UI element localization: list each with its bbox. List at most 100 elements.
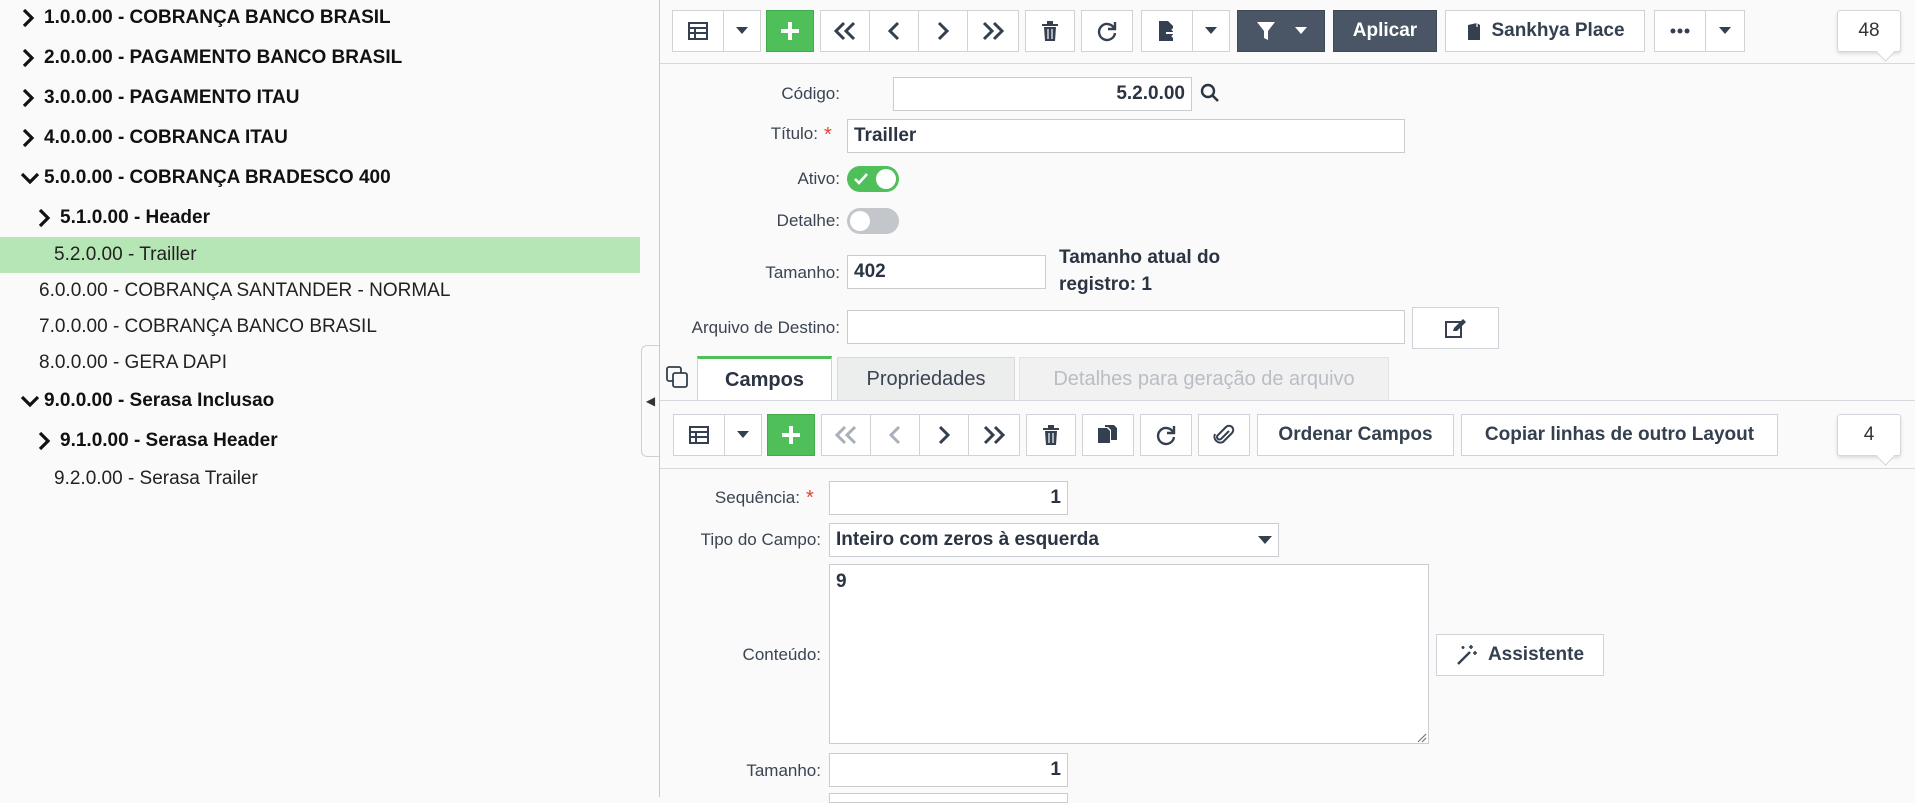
previous-record-button[interactable] xyxy=(869,10,919,52)
sub-toolbar-divider xyxy=(660,468,1915,469)
collapse-panel-handle[interactable]: ◀ xyxy=(641,345,659,457)
grid-view-button[interactable] xyxy=(672,10,724,52)
copy-tab-icon[interactable] xyxy=(665,365,689,394)
next-field-input[interactable] xyxy=(829,793,1068,803)
ellipsis-icon xyxy=(1670,28,1690,34)
toggle-knob xyxy=(850,211,870,231)
chevron-right-icon xyxy=(938,425,951,445)
ativo-toggle[interactable] xyxy=(847,166,899,192)
copy-lines-button[interactable]: Copiar linhas de outro Layout xyxy=(1461,414,1778,456)
toggle-knob xyxy=(876,169,896,189)
tamanho-campo-label: Tamanho: xyxy=(746,761,821,780)
tree-item-label: 1.0.0.00 - COBRANÇA BANCO BRASIL xyxy=(44,7,391,28)
grid-view-dropdown[interactable] xyxy=(723,10,761,52)
titulo-field[interactable]: Trailler xyxy=(847,119,1405,153)
tipo-campo-value: Inteiro com zeros à esquerda xyxy=(836,529,1099,550)
tree-item-selected[interactable]: 5.2.0.00 - Trailler xyxy=(0,237,640,273)
caret-down-icon xyxy=(1719,27,1731,34)
duplicate-button[interactable] xyxy=(1082,414,1134,456)
more-options-dropdown[interactable] xyxy=(1705,10,1745,52)
search-icon[interactable] xyxy=(1200,83,1220,108)
first-field-button[interactable] xyxy=(821,414,871,456)
magic-wand-icon xyxy=(1457,645,1477,665)
last-field-button[interactable] xyxy=(968,414,1020,456)
export-dropdown[interactable] xyxy=(1192,10,1230,52)
grid-view-button[interactable] xyxy=(673,414,725,456)
tree-item-label: 2.0.0.00 - PAGAMENTO BANCO BRASIL xyxy=(44,47,403,68)
caret-down-icon xyxy=(737,431,749,438)
tree-item-label: 4.0.0.00 - COBRANCA ITAU xyxy=(44,127,288,148)
chevron-right-icon[interactable] xyxy=(36,431,56,451)
refresh-button[interactable] xyxy=(1081,10,1133,52)
chevron-right-icon[interactable] xyxy=(20,48,40,68)
tree-item[interactable]: 2.0.0.00 - PAGAMENTO BANCO BRASIL xyxy=(0,40,640,76)
edit-arquivo-button[interactable] xyxy=(1412,307,1499,349)
tree-item[interactable]: 6.0.0.00 - COBRANÇA SANTANDER - NORMAL xyxy=(0,273,640,309)
resize-grip-icon[interactable] xyxy=(1415,730,1427,748)
tree-item[interactable]: 1.0.0.00 - COBRANÇA BANCO BRASIL xyxy=(0,0,640,36)
grid-icon xyxy=(689,426,709,444)
tree-item-label: 9.1.0.00 - Serasa Header xyxy=(60,430,278,451)
tree-item[interactable]: 9.2.0.00 - Serasa Trailer xyxy=(0,461,640,497)
double-chevron-left-icon xyxy=(833,21,856,41)
grid-icon xyxy=(688,22,708,40)
apply-button[interactable]: Aplicar xyxy=(1333,10,1437,52)
add-record-button[interactable] xyxy=(766,10,814,52)
sankhya-place-button[interactable]: Sankhya Place xyxy=(1445,10,1645,52)
last-record-button[interactable] xyxy=(967,10,1019,52)
grid-view-dropdown[interactable] xyxy=(724,414,762,456)
double-chevron-right-icon xyxy=(982,21,1005,41)
refresh-icon xyxy=(1156,426,1176,446)
chevron-right-icon[interactable] xyxy=(36,208,56,228)
order-fields-button[interactable]: Ordenar Campos xyxy=(1257,414,1454,456)
chevron-down-icon[interactable] xyxy=(20,170,40,186)
tamanho-field[interactable]: 402 xyxy=(847,255,1046,289)
triangle-left-icon: ◀ xyxy=(645,394,656,408)
tamanho-label: Tamanho: xyxy=(765,263,840,282)
tree-item[interactable]: 5.0.0.00 - COBRANÇA BRADESCO 400 xyxy=(0,160,640,196)
export-button[interactable] xyxy=(1141,10,1193,52)
arquivo-destino-field[interactable] xyxy=(847,310,1405,344)
tipo-campo-select[interactable]: Inteiro com zeros à esquerda xyxy=(829,523,1279,557)
chevron-down-icon[interactable] xyxy=(20,393,40,409)
tree-item[interactable]: 8.0.0.00 - GERA DAPI xyxy=(0,345,640,381)
assistente-button[interactable]: Assistente xyxy=(1436,634,1604,676)
add-field-button[interactable] xyxy=(767,414,815,456)
tabs-divider xyxy=(660,400,1915,401)
first-record-button[interactable] xyxy=(820,10,870,52)
tree-item-label: 9.0.0.00 - Serasa Inclusao xyxy=(44,390,275,411)
tree-item-label: 5.2.0.00 - Trailler xyxy=(54,244,197,265)
tamanho-campo-field[interactable]: 1 xyxy=(829,753,1068,787)
chevron-right-icon[interactable] xyxy=(20,8,40,28)
delete-button[interactable] xyxy=(1025,10,1075,52)
caret-down-icon xyxy=(1294,27,1307,34)
detalhe-toggle[interactable] xyxy=(847,208,899,234)
tree-item[interactable]: 7.0.0.00 - COBRANÇA BANCO BRASIL xyxy=(0,309,640,345)
tree-item[interactable]: 3.0.0.00 - PAGAMENTO ITAU xyxy=(0,80,640,116)
refresh-button[interactable] xyxy=(1140,414,1192,456)
tab-propriedades[interactable]: Propriedades xyxy=(837,357,1015,401)
assistente-label: Assistente xyxy=(1487,644,1585,665)
codigo-field[interactable]: 5.2.0.00 xyxy=(893,77,1192,111)
previous-field-button[interactable] xyxy=(870,414,920,456)
filter-button[interactable] xyxy=(1237,10,1325,52)
chevron-right-icon[interactable] xyxy=(20,128,40,148)
attachment-button[interactable] xyxy=(1198,414,1250,456)
sankhya-place-label: Sankhya Place xyxy=(1491,20,1625,41)
tree-item[interactable]: 4.0.0.00 - COBRANCA ITAU xyxy=(0,120,640,156)
caret-down-icon xyxy=(1205,27,1217,34)
more-options-button[interactable] xyxy=(1654,10,1706,52)
conteudo-textarea[interactable]: 9 xyxy=(829,564,1429,744)
sequencia-field[interactable]: 1 xyxy=(829,481,1068,515)
next-field-button[interactable] xyxy=(919,414,969,456)
tree-item[interactable]: 9.0.0.00 - Serasa Inclusao xyxy=(0,383,640,419)
tree-item[interactable]: 5.1.0.00 - Header xyxy=(0,200,640,236)
delete-field-button[interactable] xyxy=(1026,414,1076,456)
arquivo-destino-label: Arquivo de Destino: xyxy=(691,318,840,337)
tab-campos[interactable]: Campos xyxy=(697,356,832,401)
shopping-bag-icon xyxy=(1468,23,1481,40)
next-record-button[interactable] xyxy=(918,10,968,52)
chevron-right-icon[interactable] xyxy=(20,88,40,108)
tree-item[interactable]: 9.1.0.00 - Serasa Header xyxy=(0,423,640,459)
tab-detalhes-geracao[interactable]: Detalhes para geração de arquivo xyxy=(1019,357,1389,401)
